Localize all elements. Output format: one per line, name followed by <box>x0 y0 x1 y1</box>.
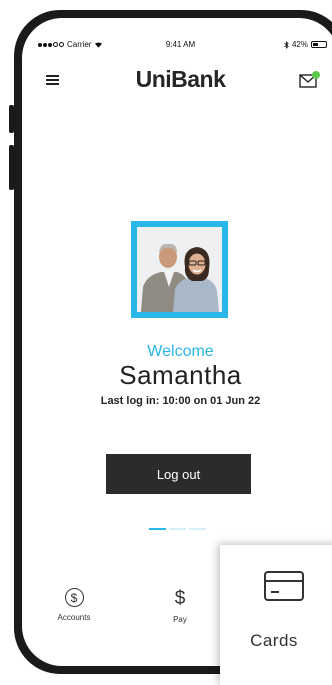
profile-photo-frame <box>131 221 228 318</box>
bluetooth-icon <box>284 40 289 49</box>
battery-fill <box>313 43 318 46</box>
last-login-text: Last log in: 10:00 on 01 Jun 22 <box>100 395 261 407</box>
tab-cards[interactable]: Cards <box>220 545 332 685</box>
user-name: Samantha <box>119 360 242 390</box>
status-bar: Carrier 9:41 AM 42% <box>22 38 332 52</box>
profile-people-illustration <box>137 227 222 312</box>
page-dot <box>189 528 206 530</box>
tab-pay[interactable]: $ Pay <box>150 588 210 624</box>
mail-icon[interactable] <box>299 71 321 89</box>
page-dot <box>149 528 166 530</box>
logout-button[interactable]: Log out <box>106 454 251 494</box>
credit-card-icon <box>264 571 304 601</box>
battery-icon <box>311 41 327 48</box>
profile-photo <box>137 227 222 312</box>
tab-accounts-label: Accounts <box>57 613 91 622</box>
tab-accounts[interactable]: $ Accounts <box>44 588 104 622</box>
welcome-label: Welcome <box>147 343 214 360</box>
page-indicator <box>149 528 206 530</box>
app-header: UniBank <box>22 66 332 96</box>
tab-pay-label: Pay <box>173 615 187 624</box>
page-dot <box>169 528 186 530</box>
notification-dot <box>312 71 320 79</box>
unibank-logo: UniBank <box>135 66 226 92</box>
battery-percent: 42% <box>291 40 308 49</box>
dollar-icon: $ <box>174 588 186 609</box>
dollar-circle-icon: $ <box>64 588 84 607</box>
tab-cards-label: Cards <box>250 631 298 650</box>
